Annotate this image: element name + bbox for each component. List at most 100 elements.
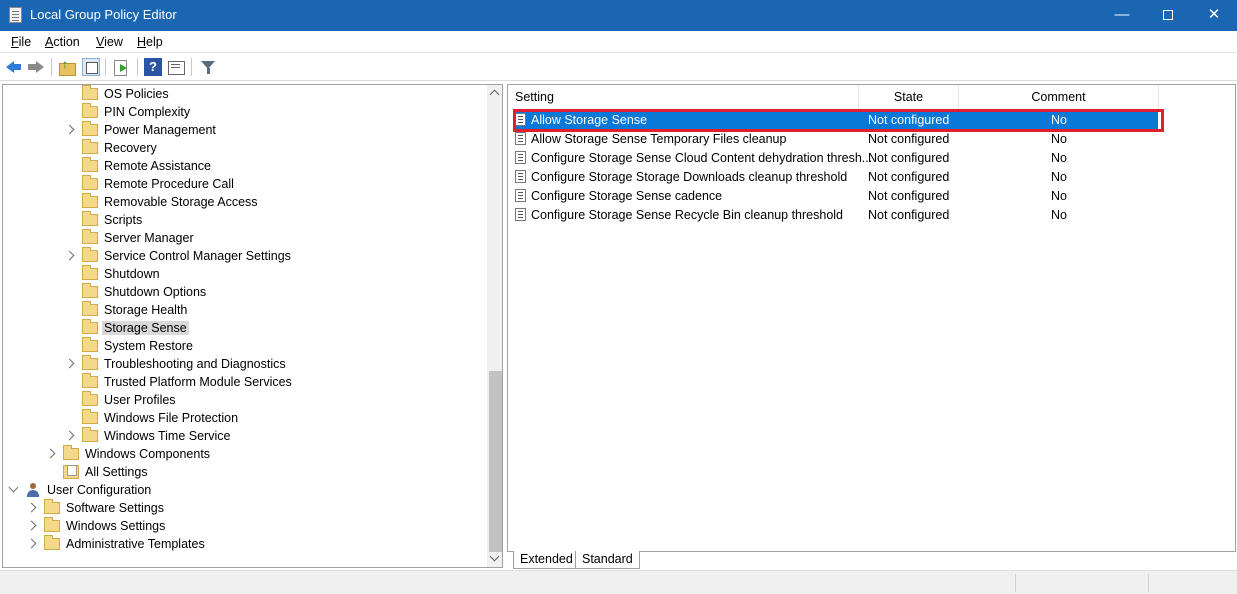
tree-item-label: System Restore — [104, 339, 193, 353]
tab-extended[interactable]: Extended — [513, 551, 580, 569]
policy-setting-icon — [515, 132, 526, 145]
properties-icon[interactable] — [167, 58, 185, 76]
tree-item-pin-complexity[interactable]: PIN Complexity — [3, 103, 487, 121]
policy-row[interactable]: Configure Storage Sense Recycle Bin clea… — [508, 205, 1237, 224]
scrollbar-thumb[interactable] — [489, 371, 502, 552]
minimize-button[interactable]: — — [1099, 0, 1145, 31]
chevron-right-icon[interactable] — [64, 358, 75, 369]
tree-item-remote-procedure-call[interactable]: Remote Procedure Call — [3, 175, 487, 193]
tree-item-trusted-platform-module-services[interactable]: Trusted Platform Module Services — [3, 373, 487, 391]
tree-item-label: Recovery — [104, 141, 157, 155]
scroll-down-icon[interactable] — [489, 551, 500, 562]
toolbar: ? — [0, 53, 1237, 81]
tree-item-label: Windows Components — [85, 447, 211, 461]
policy-name: Configure Storage Storage Downloads clea… — [531, 170, 848, 184]
chevron-right-icon[interactable] — [26, 520, 37, 531]
policy-setting-icon — [515, 189, 526, 202]
policy-comment: No — [1051, 208, 1067, 222]
tree-item-service-control-manager-settings[interactable]: Service Control Manager Settings — [3, 247, 487, 265]
tree-pane[interactable]: OS Policies PIN Complexity Power Managem… — [2, 84, 503, 568]
title-bar: Local Group Policy Editor — ✕ — [0, 0, 1237, 31]
policy-row[interactable]: Configure Storage Sense cadence Not conf… — [508, 186, 1237, 205]
tree-item-label: User Profiles — [104, 393, 176, 407]
back-arrow-icon[interactable] — [5, 58, 23, 76]
folder-icon — [82, 427, 98, 442]
tree-item-recovery[interactable]: Recovery — [3, 139, 487, 157]
tree-item-scripts[interactable]: Scripts — [3, 211, 487, 229]
tree-item-system-restore[interactable]: System Restore — [3, 337, 487, 355]
policy-row[interactable]: Configure Storage Sense Cloud Content de… — [508, 148, 1237, 167]
tree-item-label: Windows File Protection — [104, 411, 239, 425]
tree-item-label: Remote Procedure Call — [104, 177, 234, 191]
maximize-button[interactable] — [1145, 0, 1191, 31]
tab-standard[interactable]: Standard — [575, 551, 640, 569]
policy-setting-icon — [515, 208, 526, 221]
tree-item-windows-time-service[interactable]: Windows Time Service — [3, 427, 487, 445]
chevron-right-icon[interactable] — [45, 448, 56, 459]
policy-comment: No — [1051, 170, 1067, 184]
folder-icon — [82, 139, 98, 154]
filter-icon[interactable] — [199, 58, 217, 76]
forward-arrow-icon[interactable] — [27, 58, 45, 76]
chevron-right-icon[interactable] — [64, 124, 75, 135]
tree-item-label: Removable Storage Access — [104, 195, 258, 209]
scroll-up-icon[interactable] — [489, 89, 500, 100]
folder-icon — [82, 355, 98, 370]
show-hide-tree-icon[interactable] — [82, 58, 100, 76]
tree-item-user-configuration[interactable]: User Configuration — [3, 481, 487, 499]
help-icon[interactable]: ? — [144, 58, 162, 76]
export-list-icon[interactable] — [112, 58, 130, 76]
column-header-comment[interactable]: Comment — [959, 85, 1159, 109]
chevron-right-icon[interactable] — [26, 502, 37, 513]
folder-icon — [82, 175, 98, 190]
tree-item-administrative-templates[interactable]: Administrative Templates — [3, 535, 487, 553]
column-header-state[interactable]: State — [859, 85, 959, 109]
tree-item-label: Storage Health — [104, 303, 188, 317]
tree-item-power-management[interactable]: Power Management — [3, 121, 487, 139]
column-header-setting[interactable]: Setting — [508, 85, 859, 109]
toolbar-separator — [137, 58, 138, 76]
tree-item-server-manager[interactable]: Server Manager — [3, 229, 487, 247]
menu-file[interactable]: File — [11, 35, 31, 49]
menu-bar: File Action View Help — [0, 31, 1237, 53]
close-button[interactable]: ✕ — [1191, 0, 1237, 31]
chevron-right-icon[interactable] — [64, 250, 75, 261]
chevron-right-icon[interactable] — [64, 430, 75, 441]
policy-name: Configure Storage Sense Recycle Bin clea… — [531, 208, 843, 222]
tree-item-shutdown[interactable]: Shutdown — [3, 265, 487, 283]
tree-item-storage-health[interactable]: Storage Health — [3, 301, 487, 319]
folder-icon — [82, 193, 98, 208]
menu-view[interactable]: View — [96, 35, 123, 49]
policy-row[interactable]: Configure Storage Storage Downloads clea… — [508, 167, 1237, 186]
tree-item-user-profiles[interactable]: User Profiles — [3, 391, 487, 409]
tree-item-label: Troubleshooting and Diagnostics — [104, 357, 286, 371]
tree-item-label: Remote Assistance — [104, 159, 211, 173]
tree-item-removable-storage-access[interactable]: Removable Storage Access — [3, 193, 487, 211]
chevron-right-icon[interactable] — [26, 538, 37, 549]
tree-item-os-policies[interactable]: OS Policies — [3, 85, 487, 103]
tree-item-all-settings[interactable]: All Settings — [3, 463, 487, 481]
policy-name: Configure Storage Sense Cloud Content de… — [531, 151, 873, 165]
tree-item-storage-sense[interactable]: Storage Sense — [3, 319, 487, 337]
menu-help-rest: elp — [146, 35, 163, 49]
menu-action[interactable]: Action — [45, 35, 80, 49]
up-folder-icon[interactable] — [58, 57, 76, 76]
tree-item-label: All Settings — [85, 465, 148, 479]
tree-item-label: Storage Sense — [102, 321, 189, 335]
tree-item-windows-file-protection[interactable]: Windows File Protection — [3, 409, 487, 427]
tree-item-software-settings[interactable]: Software Settings — [3, 499, 487, 517]
tree-item-troubleshooting-and-diagnostics[interactable]: Troubleshooting and Diagnostics — [3, 355, 487, 373]
tree-scrollbar[interactable] — [487, 85, 502, 567]
tree-item-windows-components[interactable]: Windows Components — [3, 445, 487, 463]
settings-folder-icon — [63, 465, 79, 479]
folder-icon — [44, 535, 60, 550]
user-icon — [25, 482, 41, 498]
menu-help[interactable]: Help — [137, 35, 163, 49]
tree-item-remote-assistance[interactable]: Remote Assistance — [3, 157, 487, 175]
tree-item-shutdown-options[interactable]: Shutdown Options — [3, 283, 487, 301]
chevron-down-icon[interactable] — [8, 482, 19, 493]
policy-editor-icon — [9, 7, 22, 23]
tree-item-windows-settings[interactable]: Windows Settings — [3, 517, 487, 535]
policy-state: Not configured — [868, 189, 950, 203]
menu-file-accel: F — [11, 35, 19, 49]
